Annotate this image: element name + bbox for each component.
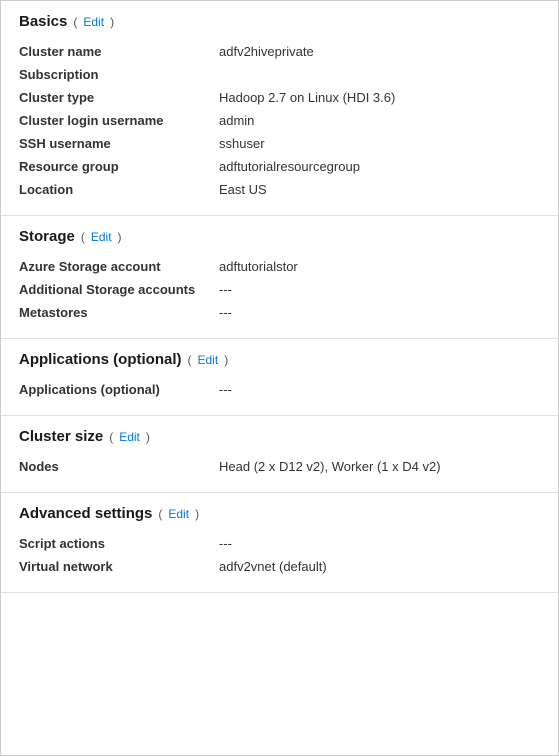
section-title-storage: Storage — [19, 228, 75, 245]
fields-table-cluster-size: NodesHead (2 x D12 v2), Worker (1 x D4 v… — [19, 455, 540, 478]
field-label-storage-2: Metastores — [19, 301, 219, 324]
section-basics: Basics ( Edit) Cluster nameadfv2hiveprivat… — [1, 1, 558, 216]
edit-paren-close-basics: ) — [110, 15, 114, 29]
table-row: Subscription — [19, 63, 540, 86]
field-value-basics-5: adftutorialresourcegroup — [219, 155, 540, 178]
field-value-advanced-settings-1: adfv2vnet (default) — [219, 555, 540, 578]
section-title-cluster-size: Cluster size — [19, 428, 103, 445]
field-value-storage-1: --- — [219, 278, 540, 301]
field-label-storage-1: Additional Storage accounts — [19, 278, 219, 301]
table-row: NodesHead (2 x D12 v2), Worker (1 x D4 v… — [19, 455, 540, 478]
field-value-cluster-size-0: Head (2 x D12 v2), Worker (1 x D4 v2) — [219, 455, 540, 478]
edit-paren-open-storage: ( — [81, 230, 85, 244]
field-value-basics-6: East US — [219, 178, 540, 201]
field-value-basics-0: adfv2hiveprivate — [219, 40, 540, 63]
fields-table-applications: Applications (optional)--- — [19, 378, 540, 401]
edit-paren-close-cluster-size: ) — [146, 430, 150, 444]
edit-paren-open-advanced-settings: ( — [158, 507, 162, 521]
field-label-storage-0: Azure Storage account — [19, 255, 219, 278]
section-header-cluster-size: Cluster size ( Edit) — [19, 428, 540, 445]
table-row: Script actions--- — [19, 532, 540, 555]
field-label-basics-0: Cluster name — [19, 40, 219, 63]
table-row: Cluster nameadfv2hiveprivate — [19, 40, 540, 63]
field-value-storage-0: adftutorialstor — [219, 255, 540, 278]
field-value-basics-2: Hadoop 2.7 on Linux (HDI 3.6) — [219, 86, 540, 109]
fields-table-advanced-settings: Script actions---Virtual networkadfv2vne… — [19, 532, 540, 578]
edit-paren-close-applications: ) — [224, 353, 228, 367]
section-title-advanced-settings: Advanced settings — [19, 505, 152, 522]
table-row: Applications (optional)--- — [19, 378, 540, 401]
section-advanced-settings: Advanced settings ( Edit) Script actions--… — [1, 493, 558, 593]
section-title-basics: Basics — [19, 13, 67, 30]
edit-link-cluster-size[interactable]: Edit — [119, 430, 140, 444]
field-label-basics-5: Resource group — [19, 155, 219, 178]
edit-link-basics[interactable]: Edit — [83, 15, 104, 29]
edit-link-advanced-settings[interactable]: Edit — [168, 507, 189, 521]
section-storage: Storage ( Edit) Azure Storage accountadftu… — [1, 216, 558, 339]
table-row: SSH usernamesshuser — [19, 132, 540, 155]
edit-link-applications[interactable]: Edit — [198, 353, 219, 367]
edit-paren-open-cluster-size: ( — [109, 430, 113, 444]
field-value-basics-3: admin — [219, 109, 540, 132]
edit-paren-open-basics: ( — [73, 15, 77, 29]
section-header-storage: Storage ( Edit) — [19, 228, 540, 245]
field-value-basics-1 — [219, 63, 540, 86]
section-header-applications: Applications (optional) ( Edit) — [19, 351, 540, 368]
field-value-advanced-settings-0: --- — [219, 532, 540, 555]
section-applications: Applications (optional) (Edit)Applicatio… — [1, 339, 558, 416]
field-label-basics-4: SSH username — [19, 132, 219, 155]
field-label-advanced-settings-0: Script actions — [19, 532, 219, 555]
section-header-basics: Basics ( Edit) — [19, 13, 540, 30]
table-row: Resource groupadftutorialresourcegroup — [19, 155, 540, 178]
field-label-cluster-size-0: Nodes — [19, 455, 219, 478]
table-row: Azure Storage accountadftutorialstor — [19, 255, 540, 278]
field-label-advanced-settings-1: Virtual network — [19, 555, 219, 578]
field-value-applications-0: --- — [219, 378, 540, 401]
field-label-applications-0: Applications (optional) — [19, 378, 219, 401]
field-label-basics-6: Location — [19, 178, 219, 201]
field-label-basics-1: Subscription — [19, 63, 219, 86]
field-label-basics-3: Cluster login username — [19, 109, 219, 132]
fields-table-storage: Azure Storage accountadftutorialstorAddi… — [19, 255, 540, 324]
field-value-basics-4: sshuser — [219, 132, 540, 155]
table-row: LocationEast US — [19, 178, 540, 201]
section-cluster-size: Cluster size ( Edit) NodesHead (2 x D12 v2… — [1, 416, 558, 493]
field-value-storage-2: --- — [219, 301, 540, 324]
table-row: Additional Storage accounts--- — [19, 278, 540, 301]
fields-table-basics: Cluster nameadfv2hiveprivateSubscription… — [19, 40, 540, 201]
section-title-applications: Applications (optional) — [19, 351, 182, 368]
edit-paren-open-applications: ( — [188, 353, 192, 367]
table-row: Cluster typeHadoop 2.7 on Linux (HDI 3.6… — [19, 86, 540, 109]
table-row: Cluster login usernameadmin — [19, 109, 540, 132]
table-row: Virtual networkadfv2vnet (default) — [19, 555, 540, 578]
edit-paren-close-advanced-settings: ) — [195, 507, 199, 521]
edit-link-storage[interactable]: Edit — [91, 230, 112, 244]
edit-paren-close-storage: ) — [118, 230, 122, 244]
section-header-advanced-settings: Advanced settings ( Edit) — [19, 505, 540, 522]
field-label-basics-2: Cluster type — [19, 86, 219, 109]
table-row: Metastores--- — [19, 301, 540, 324]
page-container: Basics ( Edit) Cluster nameadfv2hiveprivat… — [0, 0, 559, 756]
